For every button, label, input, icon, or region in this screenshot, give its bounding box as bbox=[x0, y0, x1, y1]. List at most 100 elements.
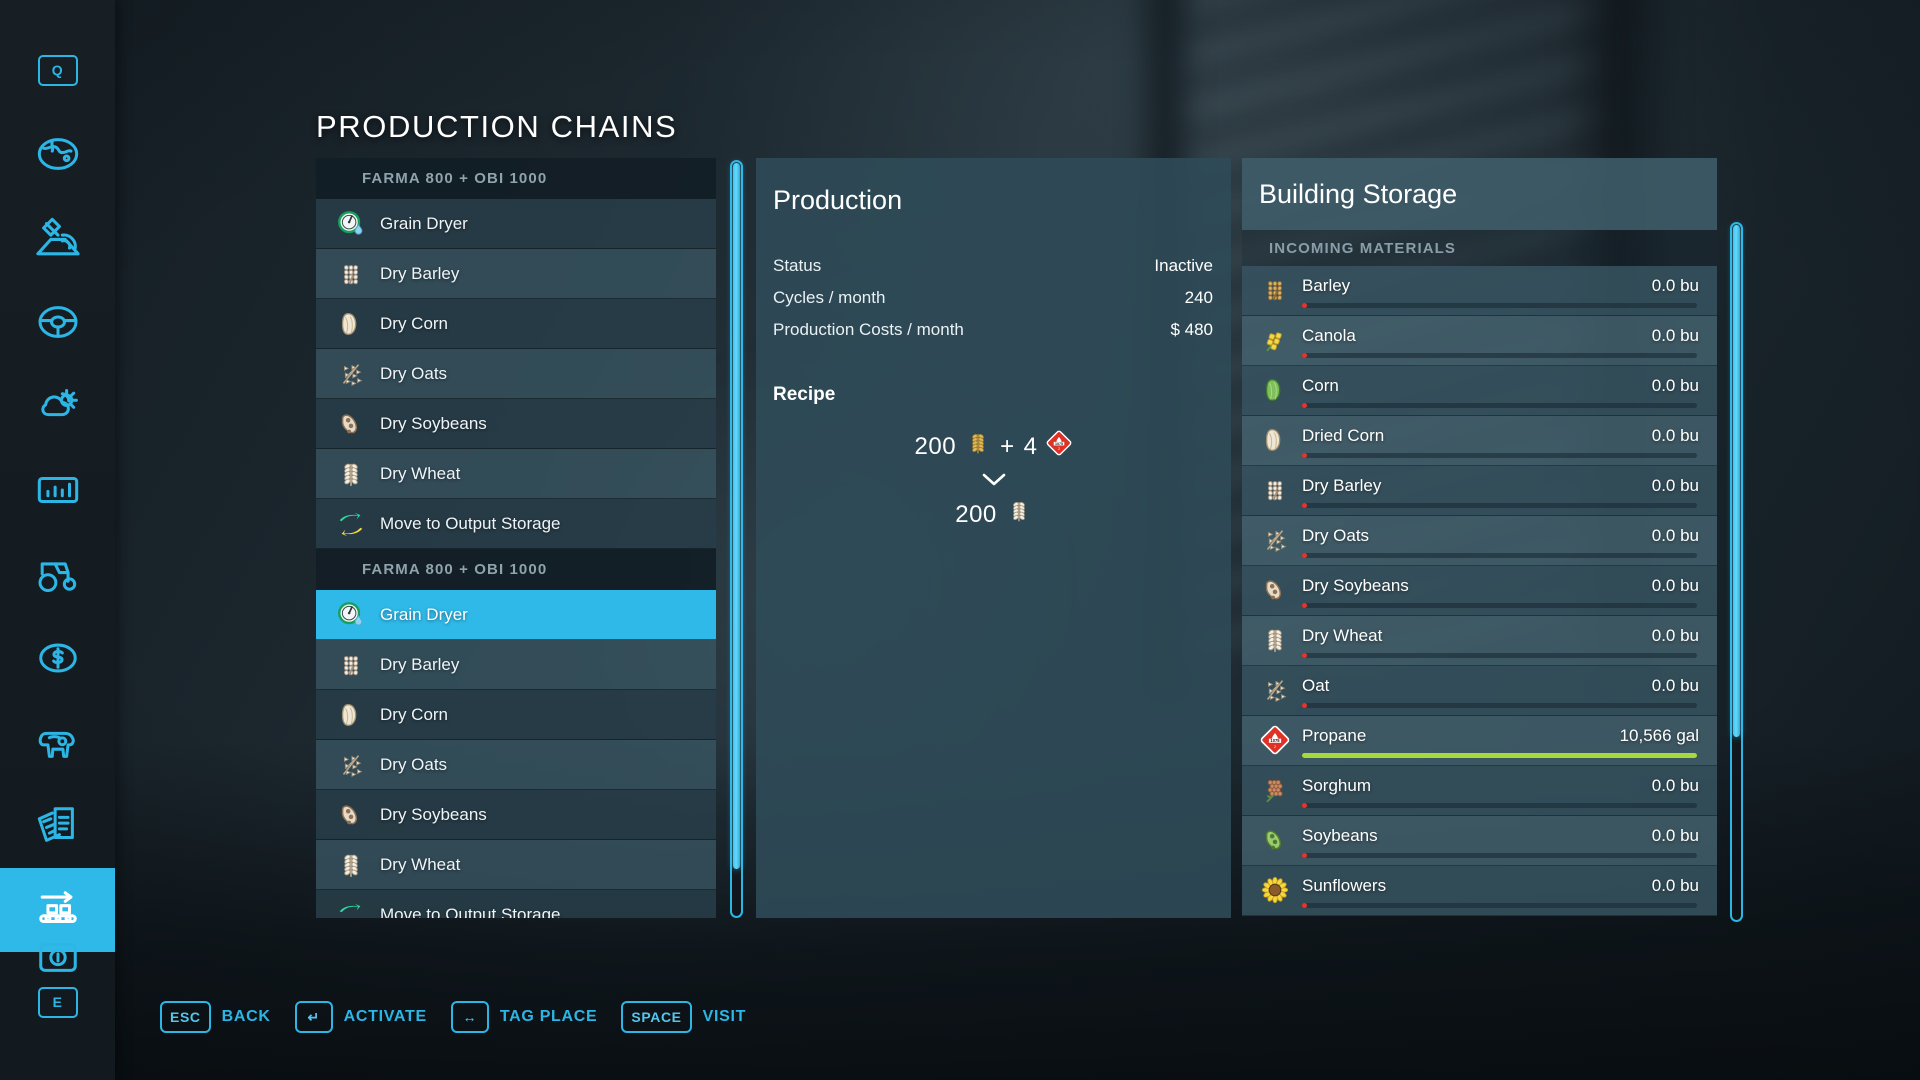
list-item[interactable]: Dry Corn bbox=[316, 299, 716, 349]
list-item[interactable]: Dry Oats bbox=[316, 349, 716, 399]
storage-row-amount: 0.0 bu bbox=[1651, 276, 1699, 295]
recipe-amount: 200 bbox=[955, 500, 997, 528]
storage-fill-bar bbox=[1302, 653, 1697, 658]
canola-icon bbox=[1260, 325, 1290, 355]
storage-row[interactable]: Dry Wheat 0.0 bu bbox=[1242, 616, 1717, 666]
list-item[interactable]: Dry Barley bbox=[316, 249, 716, 299]
storage-row-amount: 0.0 bu bbox=[1651, 426, 1699, 445]
storage-fill-bar bbox=[1302, 853, 1697, 858]
storage-row[interactable]: Sunflowers 0.0 bu bbox=[1242, 866, 1717, 916]
storage-row-name: Oat bbox=[1302, 676, 1330, 695]
storage-row[interactable]: Dry Soybeans 0.0 bu bbox=[1242, 566, 1717, 616]
left-right-arrow-key: ↔ bbox=[450, 1001, 489, 1033]
sidebar-item-map[interactable] bbox=[0, 112, 115, 196]
storage-row[interactable]: Soybeans 0.0 bu bbox=[1242, 816, 1717, 866]
storage-row[interactable]: Dry Oats 0.0 bu bbox=[1242, 516, 1717, 566]
storage-row[interactable]: Oat 0.0 bu bbox=[1242, 666, 1717, 716]
scrollbar-thumb[interactable] bbox=[733, 163, 740, 869]
storage-row[interactable]: Canola 0.0 bu bbox=[1242, 316, 1717, 366]
list-item[interactable]: Dry Wheat bbox=[316, 840, 716, 890]
space-key: SPACE bbox=[621, 1001, 692, 1033]
barley-icon bbox=[1260, 275, 1290, 305]
storage-row-list[interactable]: Barley 0.0 bu Canola 0.0 bu Corn 0.0 bu Dried … bbox=[1242, 266, 1717, 916]
storage-fill-level bbox=[1302, 353, 1307, 358]
list-item[interactable]: Dry Corn bbox=[316, 690, 716, 740]
list-item[interactable]: Move to Output Storage bbox=[316, 499, 716, 549]
storage-row-name: Propane bbox=[1302, 726, 1367, 745]
storage-row[interactable]: Dried Corn 0.0 bu bbox=[1242, 416, 1717, 466]
help-action-label: BACK bbox=[221, 1008, 271, 1025]
production-stat-row: Cycles / month 240 bbox=[773, 288, 1213, 308]
storage-row[interactable]: 1075 2 Propane 10,566 gal bbox=[1242, 716, 1717, 766]
sidebar-item-contracts[interactable] bbox=[0, 784, 115, 868]
storage-row[interactable]: Dry Barley 0.0 bu bbox=[1242, 466, 1717, 516]
sidebar-item-quick-menu-key[interactable]: Q bbox=[0, 28, 115, 112]
scrollbar-thumb[interactable] bbox=[1733, 225, 1740, 737]
storage-row-name: Canola bbox=[1302, 326, 1356, 345]
sidebar-item-animals[interactable] bbox=[0, 700, 115, 784]
storage-row[interactable]: Sorghum 0.0 bu bbox=[1242, 766, 1717, 816]
dry-corn-icon bbox=[336, 309, 366, 339]
help-entry[interactable]: SPACE VISIT bbox=[621, 1001, 746, 1033]
sidebar-item-fleet[interactable] bbox=[0, 532, 115, 616]
propane-icon: 1075 2 bbox=[1260, 725, 1290, 755]
storage-fill-bar bbox=[1302, 903, 1697, 908]
production-list-scrollbar[interactable] bbox=[730, 160, 743, 918]
storage-fill-level bbox=[1302, 553, 1307, 558]
list-item[interactable]: Grain Dryer bbox=[316, 590, 716, 640]
sidebar-item-gps[interactable] bbox=[0, 196, 115, 280]
list-item[interactable]: Grain Dryer bbox=[316, 199, 716, 249]
sorghum-icon bbox=[1260, 775, 1290, 805]
help-entry[interactable]: ↵ ACTIVATE bbox=[294, 1001, 427, 1033]
help-entry[interactable]: ↔ TAG PLACE bbox=[450, 1001, 598, 1033]
storage-row-amount: 0.0 bu bbox=[1651, 876, 1699, 895]
production-stat-value: $ 480 bbox=[1170, 320, 1213, 339]
list-item[interactable]: Dry Oats bbox=[316, 740, 716, 790]
sidebar-item-vehicles-steering[interactable] bbox=[0, 280, 115, 364]
dry-corn-icon bbox=[336, 700, 366, 730]
storage-fill-level bbox=[1302, 803, 1307, 808]
list-item[interactable]: Move to Output Storage bbox=[316, 890, 716, 918]
sidebar-item-weather[interactable] bbox=[0, 364, 115, 448]
production-stat-row: Status Inactive bbox=[773, 256, 1213, 276]
storage-fill-bar bbox=[1302, 453, 1697, 458]
storage-fill-level bbox=[1302, 853, 1307, 858]
globe-icon bbox=[35, 131, 81, 177]
sidebar-item-finances[interactable] bbox=[0, 616, 115, 700]
recipe-amount: 4 bbox=[1023, 432, 1038, 460]
storage-fill-level bbox=[1302, 903, 1307, 908]
storage-row-amount: 0.0 bu bbox=[1651, 826, 1699, 845]
list-item[interactable]: Dry Soybeans bbox=[316, 790, 716, 840]
storage-row-name: Dry Soybeans bbox=[1302, 576, 1409, 595]
list-item-label: Dry Corn bbox=[380, 313, 449, 333]
list-group-header: FARMA 800 + OBI 1000 bbox=[316, 549, 716, 590]
storage-fill-bar bbox=[1302, 753, 1697, 758]
list-item[interactable]: Dry Soybeans bbox=[316, 399, 716, 449]
storage-row-name: Dried Corn bbox=[1302, 426, 1385, 445]
storage-fill-bar bbox=[1302, 503, 1697, 508]
list-item[interactable]: Dry Wheat bbox=[316, 449, 716, 499]
storage-row[interactable]: Corn 0.0 bu bbox=[1242, 366, 1717, 416]
list-item-label: Move to Output Storage bbox=[380, 904, 561, 919]
move-storage-icon bbox=[336, 509, 366, 539]
cow-icon bbox=[35, 719, 81, 765]
list-item[interactable]: Dry Barley bbox=[316, 640, 716, 690]
help-action-label: ACTIVATE bbox=[343, 1008, 427, 1025]
production-list[interactable]: FARMA 800 + OBI 1000 Grain Dryer Dry Barle… bbox=[316, 158, 716, 918]
list-item-label: Dry Oats bbox=[380, 363, 448, 383]
help-entry[interactable]: ESC BACK bbox=[160, 1001, 271, 1033]
storage-row-name: Dry Wheat bbox=[1302, 626, 1383, 645]
storage-row[interactable]: Barley 0.0 bu bbox=[1242, 266, 1717, 316]
production-stat-label: Status bbox=[773, 256, 822, 275]
building-storage-scrollbar[interactable] bbox=[1730, 222, 1743, 922]
sidebar-item-exit-key[interactable]: E bbox=[0, 960, 115, 1044]
satellite-icon bbox=[35, 215, 81, 261]
sidebar-item-statistics[interactable] bbox=[0, 448, 115, 532]
dry-soybeans-icon bbox=[336, 409, 366, 439]
storage-fill-level bbox=[1302, 503, 1307, 508]
recipe-diagram: 200 +4 1075 2 200 bbox=[756, 430, 1231, 531]
storage-fill-level bbox=[1302, 603, 1307, 608]
production-panel-title: Production bbox=[773, 185, 903, 215]
list-group-header: FARMA 800 + OBI 1000 bbox=[316, 158, 716, 199]
dry-barley-icon bbox=[336, 650, 366, 680]
